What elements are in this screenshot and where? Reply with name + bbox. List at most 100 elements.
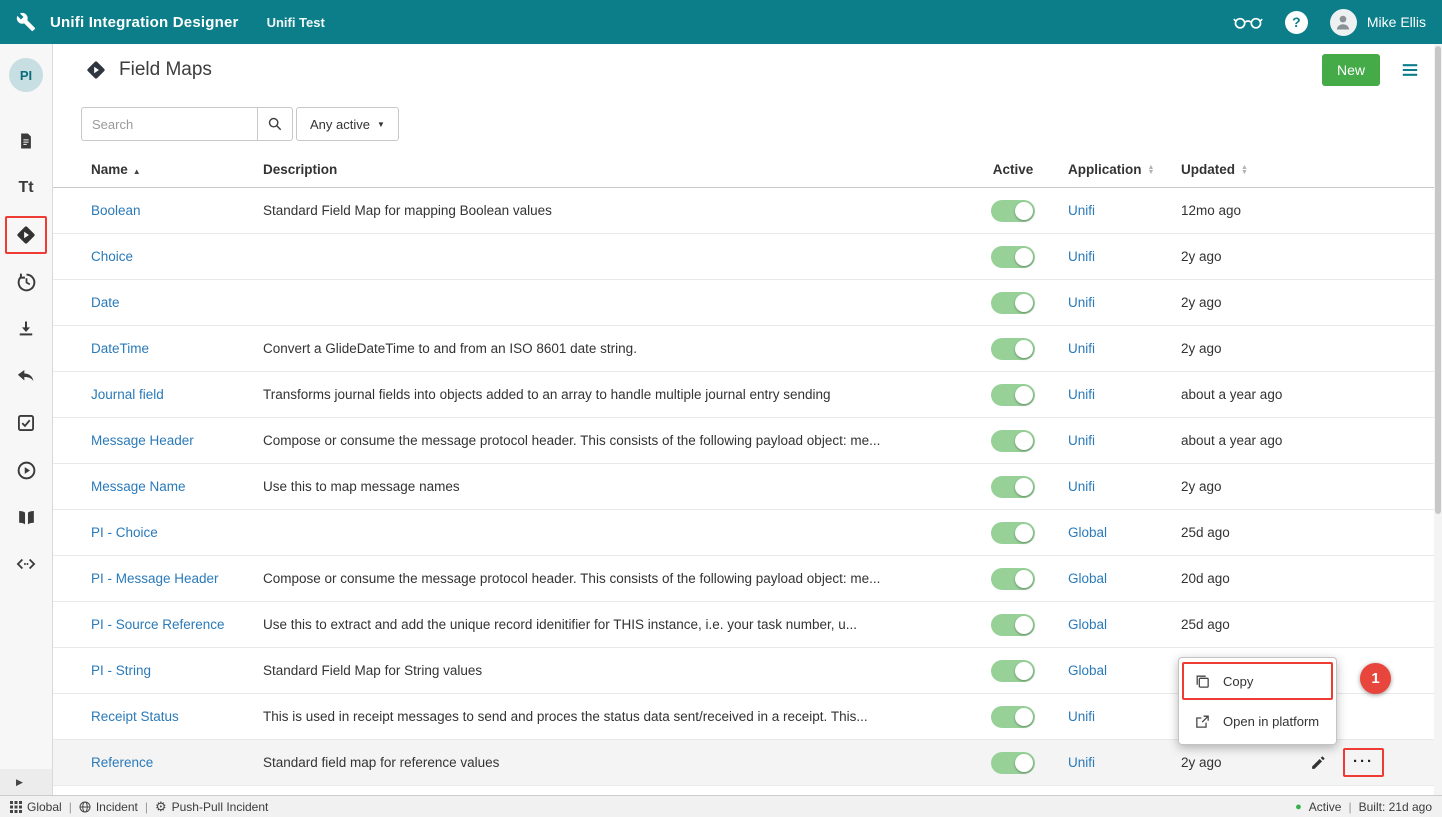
active-toggle[interactable] [991, 706, 1035, 728]
table-row[interactable]: Reference Standard field map for referen… [53, 740, 1434, 786]
user-name[interactable]: Mike Ellis [1367, 14, 1426, 30]
spectacles-icon[interactable] [1233, 14, 1263, 30]
updated-text: 25d ago [1178, 525, 1308, 540]
fieldmap-name-link[interactable]: PI - Choice [91, 525, 158, 540]
vertical-scrollbar [1434, 44, 1442, 795]
table-row[interactable]: Boolean Standard Field Map for mapping B… [53, 188, 1434, 234]
fieldmap-name-link[interactable]: Message Name [91, 479, 186, 494]
fieldmap-name-link[interactable]: Reference [91, 755, 153, 770]
fieldmap-name-link[interactable]: DateTime [91, 341, 149, 356]
footer-scope-label: Global [27, 800, 62, 814]
avatar[interactable] [1330, 9, 1357, 36]
active-toggle[interactable] [991, 384, 1035, 406]
sidebar-item-text-format[interactable]: Tt [15, 177, 37, 199]
fieldmap-name-link[interactable]: PI - String [91, 663, 151, 678]
sidebar-item-documentation[interactable] [15, 506, 37, 528]
active-filter-dropdown[interactable]: Any active ▼ [296, 107, 399, 141]
footer-integration[interactable]: ⚙ Push-Pull Incident [155, 799, 268, 815]
active-toggle[interactable] [991, 200, 1035, 222]
active-toggle[interactable] [991, 338, 1035, 360]
active-toggle[interactable] [991, 752, 1035, 774]
fieldmap-name-link[interactable]: Boolean [91, 203, 141, 218]
sidebar-item-reply[interactable] [15, 365, 37, 387]
application-link[interactable]: Unifi [1068, 479, 1095, 494]
fieldmap-name-link[interactable]: Date [91, 295, 120, 310]
fieldmap-name-link[interactable]: PI - Message Header [91, 571, 219, 586]
application-link[interactable]: Unifi [1068, 709, 1095, 724]
row-context-menu: Copy Open in platform [1178, 657, 1337, 745]
table-row[interactable]: PI - Source Reference Use this to extrac… [53, 602, 1434, 648]
fieldmap-name-link[interactable]: Receipt Status [91, 709, 179, 724]
application-link[interactable]: Global [1068, 617, 1107, 632]
sidebar-item-history[interactable] [15, 271, 37, 293]
application-link[interactable]: Unifi [1068, 249, 1095, 264]
toggle-knob [1015, 294, 1033, 312]
context-menu-open-in-platform[interactable]: Open in platform [1179, 701, 1336, 741]
document-icon [17, 131, 35, 151]
active-toggle[interactable] [991, 246, 1035, 268]
column-header-application[interactable]: Application▲▼ [1063, 162, 1178, 177]
copy-label: Copy [1223, 674, 1253, 689]
context-menu-copy[interactable]: Copy [1179, 661, 1336, 701]
table-row[interactable]: Message Name Use this to map message nam… [53, 464, 1434, 510]
fieldmap-name-link[interactable]: PI - Source Reference [91, 617, 225, 632]
sort-both-icon: ▲▼ [1148, 165, 1155, 175]
help-icon[interactable]: ? [1285, 11, 1308, 34]
search-button[interactable] [257, 107, 293, 141]
menu-icon[interactable] [1400, 62, 1420, 78]
sidebar-nav: Tt [5, 130, 47, 575]
fieldmap-name-link[interactable]: Choice [91, 249, 133, 264]
table-row[interactable]: Choice Unifi 2y ago ··· [53, 234, 1434, 280]
sidebar-expand-toggle[interactable]: ▶ [0, 769, 52, 795]
environment-name[interactable]: Unifi Test [267, 15, 325, 30]
active-toggle[interactable] [991, 430, 1035, 452]
annotation-step-badge: 1 [1360, 663, 1391, 694]
application-link[interactable]: Unifi [1068, 203, 1095, 218]
fieldmap-name-link[interactable]: Journal field [91, 387, 164, 402]
sidebar-item-code[interactable] [15, 553, 37, 575]
column-header-updated[interactable]: Updated▲▼ [1178, 162, 1308, 177]
footer-process[interactable]: Incident [79, 800, 138, 814]
footer-scope[interactable]: Global [10, 800, 62, 814]
fieldmap-name-link[interactable]: Message Header [91, 433, 194, 448]
page-title: Field Maps [119, 59, 212, 81]
table-row[interactable]: DateTime Convert a GlideDateTime to and … [53, 326, 1434, 372]
sidebar-item-document[interactable] [15, 130, 37, 152]
more-actions-button[interactable]: ··· [1343, 748, 1384, 777]
active-toggle[interactable] [991, 614, 1035, 636]
expand-arrow-icon: ▶ [16, 777, 23, 788]
updated-text: about a year ago [1178, 433, 1308, 448]
table-row[interactable]: Message Header Compose or consume the me… [53, 418, 1434, 464]
scrollbar-thumb[interactable] [1435, 46, 1441, 514]
sidebar-item-tasks[interactable] [15, 412, 37, 434]
active-toggle[interactable] [991, 568, 1035, 590]
application-link[interactable]: Unifi [1068, 755, 1095, 770]
application-link[interactable]: Unifi [1068, 387, 1095, 402]
search-input[interactable] [81, 107, 257, 141]
application-link[interactable]: Global [1068, 571, 1107, 586]
edit-button[interactable] [1308, 752, 1329, 773]
active-toggle[interactable] [991, 522, 1035, 544]
fieldmap-description: Compose or consume the message protocol … [263, 571, 963, 586]
active-toggle[interactable] [991, 292, 1035, 314]
application-link[interactable]: Unifi [1068, 295, 1095, 310]
table-row[interactable]: PI - Message Header Compose or consume t… [53, 556, 1434, 602]
sidebar-item-field-maps[interactable] [5, 216, 47, 254]
sidebar-item-download[interactable] [15, 318, 37, 340]
table-row[interactable]: PI - Choice Global 25d ago ··· [53, 510, 1434, 556]
table-row[interactable]: Journal field Transforms journal fields … [53, 372, 1434, 418]
application-link[interactable]: Global [1068, 663, 1107, 678]
table-row[interactable]: Date Unifi 2y ago ··· [53, 280, 1434, 326]
new-button[interactable]: New [1322, 54, 1380, 86]
updated-text: about a year ago [1178, 387, 1308, 402]
application-link[interactable]: Global [1068, 525, 1107, 540]
application-link[interactable]: Unifi [1068, 341, 1095, 356]
reply-icon [16, 367, 37, 386]
external-link-icon [1194, 713, 1211, 730]
active-toggle[interactable] [991, 660, 1035, 682]
application-link[interactable]: Unifi [1068, 433, 1095, 448]
sidebar-item-run[interactable] [15, 459, 37, 481]
project-avatar[interactable]: PI [9, 58, 43, 92]
active-toggle[interactable] [991, 476, 1035, 498]
column-header-name[interactable]: Name▲ [91, 162, 263, 177]
